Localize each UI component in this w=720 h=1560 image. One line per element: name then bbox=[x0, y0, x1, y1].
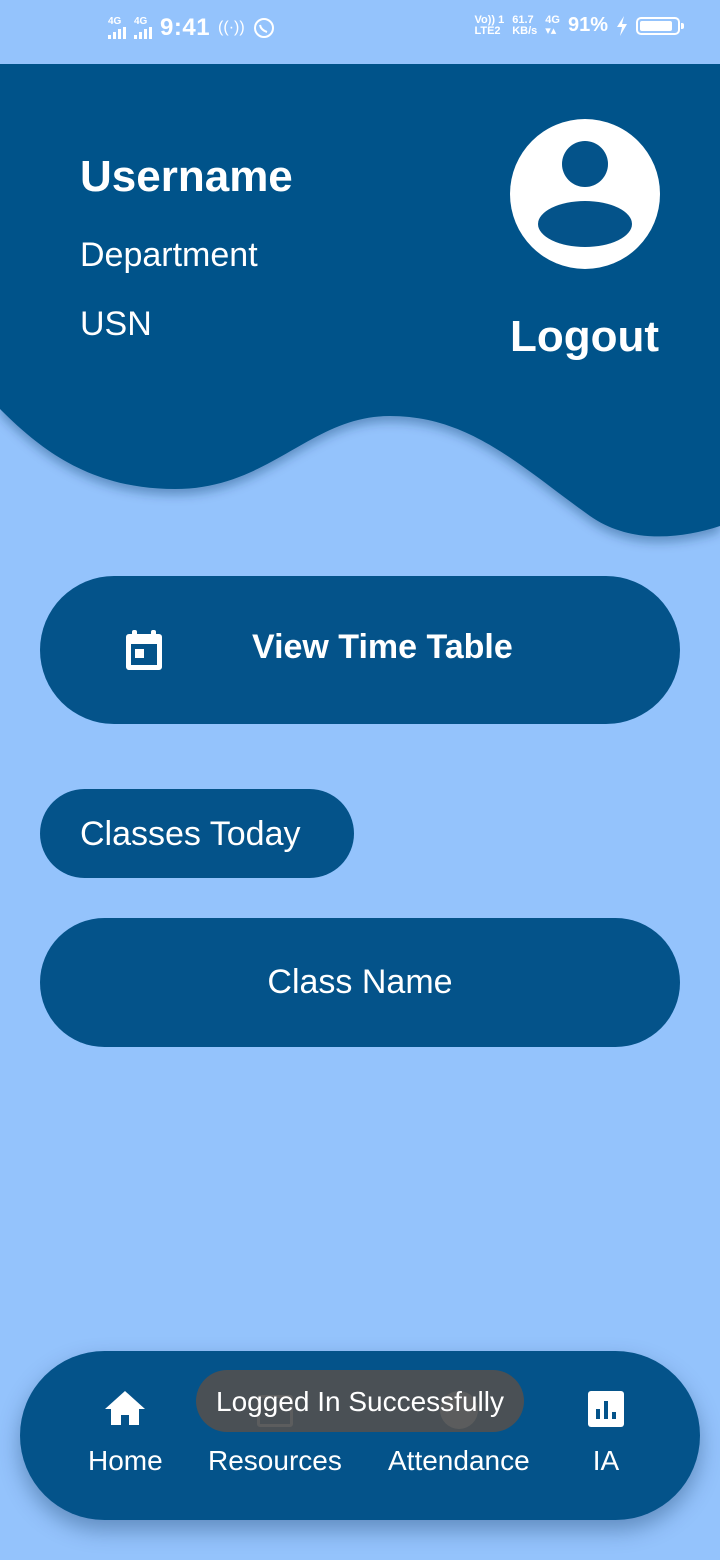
sim2-network-label: 4G bbox=[134, 16, 148, 27]
nav-ia-label: IA bbox=[592, 1445, 620, 1476]
class-name-label: Class Name bbox=[267, 963, 453, 1001]
sim2-signal-icon: 4G bbox=[134, 17, 152, 39]
toast-text: Logged In Successfully bbox=[216, 1386, 504, 1417]
volte-indicator: Vo)) 1 LTE2 bbox=[474, 13, 505, 37]
status-bar-left: 4G 4G 9:41 ((·)) bbox=[108, 14, 275, 42]
hotspot-icon: ((·)) bbox=[218, 19, 245, 36]
nav-item-home[interactable]: Home bbox=[88, 1391, 163, 1477]
status-bar: 4G 4G 9:41 ((·)) Vo)) 1 LTE2 61.7 KB/s 4… bbox=[0, 0, 720, 64]
whatsapp-icon bbox=[253, 18, 274, 38]
usn-label: USN bbox=[80, 305, 152, 343]
view-timetable-label: View Time Table bbox=[252, 628, 513, 666]
speed-unit: KB/s bbox=[512, 24, 538, 37]
username-label: Username bbox=[80, 152, 293, 201]
class-name-card[interactable]: Class Name bbox=[40, 918, 680, 1047]
account-circle-icon[interactable] bbox=[510, 119, 660, 269]
nav-home-label: Home bbox=[88, 1445, 163, 1476]
clock: 9:41 bbox=[160, 14, 211, 41]
charging-icon bbox=[617, 15, 627, 36]
data-network-icon: 4G ▾▴ bbox=[545, 13, 560, 37]
logout-button[interactable]: Logout bbox=[510, 312, 659, 362]
sim1-signal-icon: 4G bbox=[108, 17, 126, 39]
toast-message: Logged In Successfully bbox=[196, 1370, 524, 1432]
sim1-network-label: 4G bbox=[108, 16, 122, 27]
network-speed: 61.7 KB/s bbox=[512, 13, 538, 37]
classes-today-label: Classes Today bbox=[80, 815, 301, 853]
view-timetable-button[interactable]: View Time Table bbox=[40, 576, 680, 724]
data-network-label: 4G bbox=[545, 13, 560, 26]
nav-attendance-label: Attendance bbox=[388, 1445, 530, 1476]
battery-icon bbox=[636, 16, 684, 35]
avatar-head bbox=[562, 141, 608, 187]
department-label: Department bbox=[80, 236, 258, 274]
classes-today-chip: Classes Today bbox=[40, 789, 354, 878]
bar-chart-icon bbox=[588, 1391, 624, 1427]
nav-item-ia[interactable]: IA bbox=[588, 1391, 624, 1477]
volte-line2: LTE2 bbox=[474, 24, 501, 37]
data-arrows-icon: ▾▴ bbox=[545, 24, 557, 37]
calendar-icon bbox=[126, 630, 162, 670]
speed-value: 61.7 bbox=[512, 13, 534, 26]
battery-percent: 91% bbox=[567, 14, 608, 36]
home-icon bbox=[105, 1391, 146, 1429]
volte-line1: Vo)) 1 bbox=[474, 13, 505, 26]
status-bar-right: Vo)) 1 LTE2 61.7 KB/s 4G ▾▴ 91% bbox=[474, 13, 684, 37]
avatar-body bbox=[538, 201, 632, 247]
nav-resources-label: Resources bbox=[208, 1445, 342, 1476]
